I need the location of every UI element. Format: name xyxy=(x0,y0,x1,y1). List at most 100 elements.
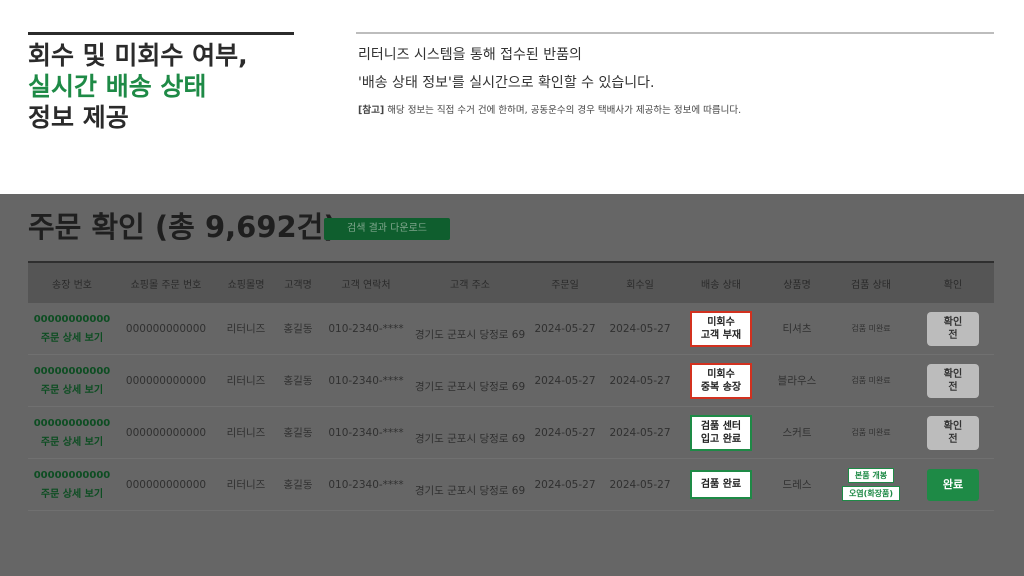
note-label: [참고] xyxy=(358,105,385,116)
customer-name: 홍길동 xyxy=(283,323,313,335)
col-phone: 고객 연락처 xyxy=(341,279,391,291)
confirm-line2: 전 xyxy=(948,329,958,341)
description: 리터니즈 시스템을 통해 접수된 반품의 '배송 상태 정보'를 실시간으로 확… xyxy=(358,44,741,118)
delivery-status-badge: 검품 센터 입고 완료 xyxy=(690,414,752,451)
note-text: 해당 정보는 직접 수거 건에 한하며, 공동운수의 경우 택배사가 제공하는 … xyxy=(384,105,742,116)
col-return-date: 회수일 xyxy=(626,279,654,291)
delivery-status-cell: 미회수 고객 부재 xyxy=(678,310,764,347)
invoice-cell: 00000000000 주문 상세 보기 xyxy=(28,470,116,500)
invoice-number: 00000000000 xyxy=(33,313,111,325)
confirm-line2: 전 xyxy=(948,433,958,445)
headline-line3: 정보 제공 xyxy=(28,103,129,132)
customer-phone: 010-2340-**** xyxy=(328,322,404,335)
return-date: 2024-05-27 xyxy=(609,426,671,439)
mall-name: 리터니즈 xyxy=(226,479,266,491)
customer-phone: 010-2340-**** xyxy=(328,426,404,439)
col-address: 고객 주소 xyxy=(450,279,490,291)
delivery-status-badge: 미회수 중복 송장 xyxy=(690,362,752,399)
invoice-number: 00000000000 xyxy=(33,417,111,429)
inspection-status: 검품 미완료 xyxy=(851,428,891,437)
delivery-status-badge: 미회수 고객 부재 xyxy=(690,310,752,347)
headline-line2: 실시간 배송 상태 xyxy=(28,72,207,101)
headline: 회수 및 미회수 여부, 실시간 배송 상태 정보 제공 xyxy=(28,40,248,133)
status-line1: 미회수 xyxy=(707,368,735,380)
download-results-button[interactable]: 검색 결과 다운로드 xyxy=(324,218,450,240)
confirm-button[interactable]: 확인 전 xyxy=(927,311,979,346)
confirm-button[interactable]: 확인 전 xyxy=(927,415,979,450)
table-row: 00000000000 주문 상세 보기 000000000000 리터니즈 홍… xyxy=(28,355,994,407)
status-line2: 고객 부재 xyxy=(700,329,742,341)
mall-name: 리터니즈 xyxy=(226,375,266,387)
col-delivery-status: 배송 상태 xyxy=(701,279,741,291)
inspection-tag-list: 본품 개봉 오염(화장품) xyxy=(830,468,912,501)
invoice-cell: 00000000000 주문 상세 보기 xyxy=(28,418,116,448)
product-name: 블라우스 xyxy=(777,375,817,387)
confirm-line1: 확인 xyxy=(943,420,963,432)
confirm-line2: 전 xyxy=(948,381,958,393)
order-number: 000000000000 xyxy=(125,426,207,439)
status-line1: 미회수 xyxy=(707,316,735,328)
order-detail-link[interactable]: 주문 상세 보기 xyxy=(28,329,116,344)
col-customer: 고객명 xyxy=(284,279,312,291)
inspection-status: 검품 미완료 xyxy=(851,324,891,333)
order-detail-link[interactable]: 주문 상세 보기 xyxy=(28,485,116,500)
mall-name: 리터니즈 xyxy=(226,427,266,439)
slide: 회수 및 미회수 여부, 실시간 배송 상태 정보 제공 리터니즈 시스템을 통… xyxy=(0,0,1024,576)
orders-table: 송장 번호 쇼핑몰 주문 번호 쇼핑몰명 고객명 고객 연락처 고객 주소 주문… xyxy=(28,261,994,511)
inspection-tag: 본품 개봉 xyxy=(847,468,895,483)
table-row: 00000000000 주문 상세 보기 000000000000 리터니즈 홍… xyxy=(28,459,994,511)
order-number: 000000000000 xyxy=(125,322,207,335)
inspection-tags: 본품 개봉 오염(화장품) xyxy=(830,468,912,501)
status-line2: 중복 송장 xyxy=(700,381,742,393)
delivery-status-cell: 검품 센터 입고 완료 xyxy=(678,414,764,451)
order-date: 2024-05-27 xyxy=(534,478,596,491)
mall-name: 리터니즈 xyxy=(226,323,266,335)
return-date: 2024-05-27 xyxy=(609,374,671,387)
confirm-cell: 확인 전 xyxy=(912,363,994,398)
customer-address: 경기도 군포시 당정로 69 xyxy=(414,484,526,497)
status-line1: 검품 센터 xyxy=(700,420,742,432)
inspection-status: 검품 미완료 xyxy=(851,376,891,385)
headline-line1: 회수 및 미회수 여부, xyxy=(28,41,248,70)
col-product: 상품명 xyxy=(783,279,811,291)
product-name: 스커트 xyxy=(782,427,812,439)
order-date: 2024-05-27 xyxy=(534,426,596,439)
customer-name: 홍길동 xyxy=(283,375,313,387)
return-date: 2024-05-27 xyxy=(609,478,671,491)
customer-address: 경기도 군포시 당정로 69 xyxy=(414,328,526,341)
confirm-done-button[interactable]: 완료 xyxy=(927,468,979,501)
description-divider xyxy=(356,32,994,34)
delivery-status-cell: 검품 완료 xyxy=(678,470,764,499)
table-body: 00000000000 주문 상세 보기 000000000000 리터니즈 홍… xyxy=(28,303,994,511)
confirm-cell: 완료 xyxy=(912,468,994,501)
order-date: 2024-05-27 xyxy=(534,322,596,335)
order-detail-link[interactable]: 주문 상세 보기 xyxy=(28,433,116,448)
col-confirm: 확인 xyxy=(943,279,963,291)
customer-address: 경기도 군포시 당정로 69 xyxy=(414,432,526,445)
customer-name: 홍길동 xyxy=(283,427,313,439)
status-line2: 입고 완료 xyxy=(700,433,742,445)
confirm-line1: 확인 xyxy=(943,316,963,328)
invoice-number: 00000000000 xyxy=(33,469,111,481)
description-line1: 리터니즈 시스템을 통해 접수된 반품의 xyxy=(358,47,582,63)
invoice-cell: 00000000000 주문 상세 보기 xyxy=(28,314,116,344)
order-detail-link[interactable]: 주문 상세 보기 xyxy=(28,381,116,396)
order-title: 주문 확인 (총 9,692건) xyxy=(28,210,337,244)
delivery-status-cell: 미회수 중복 송장 xyxy=(678,362,764,399)
col-mall: 쇼핑몰명 xyxy=(227,279,265,291)
product-name: 드레스 xyxy=(782,479,812,491)
delivery-status-badge: 검품 완료 xyxy=(690,470,752,499)
col-order-no: 쇼핑몰 주문 번호 xyxy=(130,279,202,291)
confirm-cell: 확인 전 xyxy=(912,311,994,346)
confirm-line1: 확인 xyxy=(943,368,963,380)
inspection-tag: 오염(화장품) xyxy=(841,486,901,501)
table-header: 송장 번호 쇼핑몰 주문 번호 쇼핑몰명 고객명 고객 연락처 고객 주소 주문… xyxy=(28,261,994,303)
table-row: 00000000000 주문 상세 보기 000000000000 리터니즈 홍… xyxy=(28,303,994,355)
return-date: 2024-05-27 xyxy=(609,322,671,335)
customer-phone: 010-2340-**** xyxy=(328,478,404,491)
table-row: 00000000000 주문 상세 보기 000000000000 리터니즈 홍… xyxy=(28,407,994,459)
col-invoice: 송장 번호 xyxy=(52,279,92,291)
description-line2: '배송 상태 정보'를 실시간으로 확인할 수 있습니다. xyxy=(358,75,655,91)
confirm-button[interactable]: 확인 전 xyxy=(927,363,979,398)
customer-name: 홍길동 xyxy=(283,479,313,491)
